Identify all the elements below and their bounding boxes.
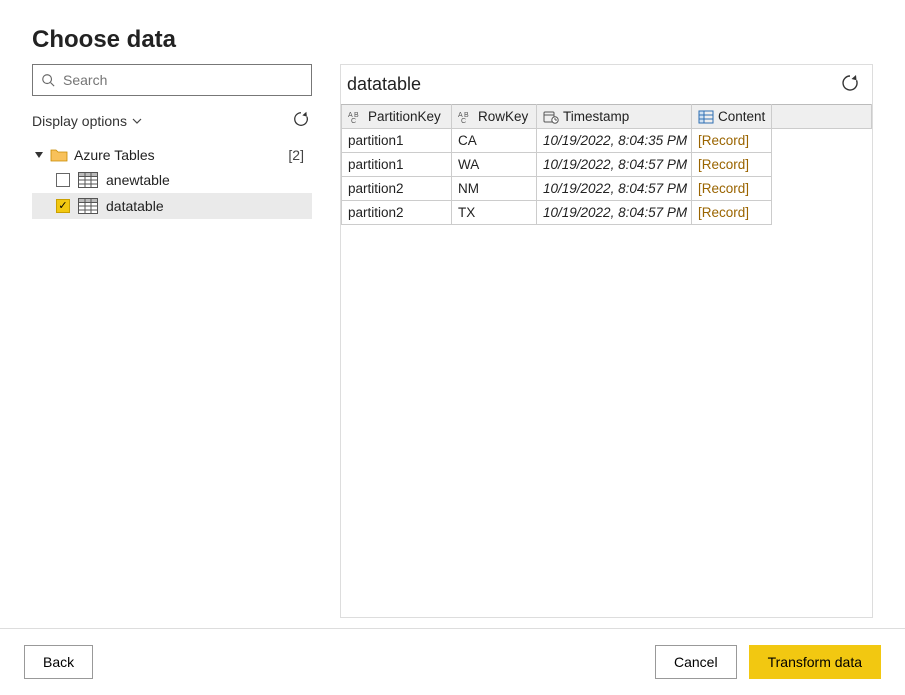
back-button[interactable]: Back [24,645,93,679]
preview-pane: datatable ABC PartitionKey ABC RowKey Timest… [340,64,873,618]
preview-title: datatable [347,74,421,95]
table-row[interactable]: partition2TX10/19/2022, 8:04:57 PM[Recor… [342,201,872,225]
footer-bar: Back Cancel Transform data [0,628,905,695]
column-header-empty [772,105,872,129]
cell-content[interactable]: [Record] [692,201,772,225]
type-abc-icon: ABC [348,110,364,124]
svg-text:C: C [351,118,356,124]
table-icon [78,172,98,188]
cell-partitionkey: partition2 [342,201,452,225]
cell-partitionkey: partition1 [342,129,452,153]
search-input[interactable] [61,71,303,89]
tree-root-azure-tables[interactable]: Azure Tables [2] [32,143,312,167]
cell-partitionkey: partition1 [342,153,452,177]
cell-rowkey: WA [452,153,537,177]
search-icon [41,73,55,87]
tree-item-label: anewtable [106,172,170,188]
cancel-button[interactable]: Cancel [655,645,737,679]
cell-rowkey: NM [452,177,537,201]
column-label: Timestamp [563,109,629,124]
caret-down-icon [34,150,44,160]
navigator-pane: Display options [32,64,312,618]
cell-content[interactable]: [Record] [692,153,772,177]
cell-rowkey: CA [452,129,537,153]
column-label: PartitionKey [368,109,441,124]
chevron-down-icon [131,115,143,127]
display-options-label: Display options [32,113,127,129]
table-row[interactable]: partition2NM10/19/2022, 8:04:57 PM[Recor… [342,177,872,201]
tree-item-anewtable[interactable]: anewtable [32,167,312,193]
folder-icon [50,148,68,162]
type-abc-icon: ABC [458,110,474,124]
refresh-tree-button[interactable] [290,108,312,133]
refresh-preview-button[interactable] [838,71,862,98]
tree-root-label: Azure Tables [74,147,155,163]
svg-text:C: C [461,118,466,124]
table-row[interactable]: partition1WA10/19/2022, 8:04:57 PM[Recor… [342,153,872,177]
column-label: Content [718,109,765,124]
cell-content[interactable]: [Record] [692,129,772,153]
tree-root-count: [2] [288,147,310,163]
cell-timestamp: 10/19/2022, 8:04:57 PM [537,177,692,201]
table-icon [78,198,98,214]
tree-item-checkbox[interactable] [56,199,70,213]
refresh-icon [292,110,310,128]
table-row[interactable]: partition1CA10/19/2022, 8:04:35 PM[Recor… [342,129,872,153]
refresh-icon [840,73,860,93]
cell-content[interactable]: [Record] [692,177,772,201]
cell-partitionkey: partition2 [342,177,452,201]
column-header-rowkey[interactable]: ABC RowKey [452,105,537,129]
column-label: RowKey [478,109,528,124]
type-datetime-icon [543,110,559,124]
search-box[interactable] [32,64,312,96]
cell-timestamp: 10/19/2022, 8:04:35 PM [537,129,692,153]
tree-item-checkbox[interactable] [56,173,70,187]
cell-timestamp: 10/19/2022, 8:04:57 PM [537,201,692,225]
cell-rowkey: TX [452,201,537,225]
preview-table: ABC PartitionKey ABC RowKey Timestamp Content… [341,104,872,225]
type-record-icon [698,110,714,124]
column-header-content[interactable]: Content [692,105,772,129]
cell-timestamp: 10/19/2022, 8:04:57 PM [537,153,692,177]
column-header-partitionkey[interactable]: ABC PartitionKey [342,105,452,129]
navigator-tree: Azure Tables [2] anewtable datatable [32,143,312,219]
tree-item-datatable[interactable]: datatable [32,193,312,219]
display-options-dropdown[interactable]: Display options [32,113,143,129]
tree-item-label: datatable [106,198,164,214]
transform-data-button[interactable]: Transform data [749,645,881,679]
page-title: Choose data [32,26,873,54]
column-header-timestamp[interactable]: Timestamp [537,105,692,129]
